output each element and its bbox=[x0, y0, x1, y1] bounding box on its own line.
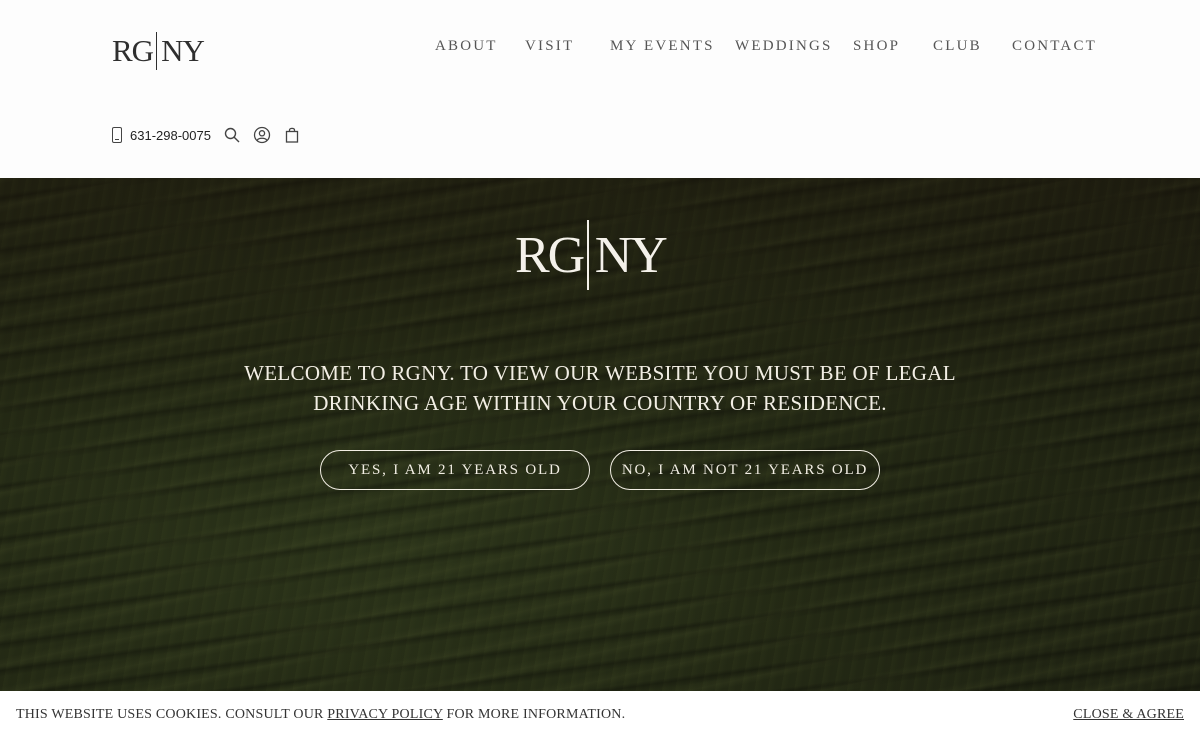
nav-my-events[interactable]: MY EVENTS bbox=[610, 38, 715, 55]
age-gate-logo-right: NY bbox=[594, 226, 668, 284]
logo-left: RG bbox=[112, 33, 154, 68]
utility-bar: 631-298-0075 bbox=[112, 124, 312, 146]
privacy-policy-link[interactable]: PRIVACY POLICY bbox=[327, 707, 442, 722]
age-gate-logo-divider bbox=[587, 220, 589, 290]
cookie-message: THIS WEBSITE USES COOKIES. CONSULT OUR P… bbox=[16, 707, 625, 723]
account-icon[interactable] bbox=[252, 125, 272, 145]
search-icon[interactable] bbox=[222, 125, 242, 145]
site-logo[interactable]: RG NY bbox=[112, 32, 205, 70]
age-gate-logo-left: RG bbox=[515, 226, 585, 284]
nav-contact[interactable]: CONTACT bbox=[1012, 38, 1097, 55]
cart-icon[interactable] bbox=[282, 125, 302, 145]
age-gate-hero: RG NY WELCOME TO RGNY. TO VIEW OUR WEBSI… bbox=[0, 178, 1200, 691]
site-header: RG NY ABOUT VISIT MY EVENTS WEDDINGS SHO… bbox=[0, 0, 1200, 178]
phone-number[interactable]: 631-298-0075 bbox=[130, 128, 211, 143]
age-gate-message: WELCOME TO RGNY. TO VIEW OUR WEBSITE YOU… bbox=[240, 358, 960, 418]
nav-shop[interactable]: SHOP bbox=[853, 38, 900, 55]
age-confirm-no-button[interactable]: NO, I AM NOT 21 YEARS OLD bbox=[610, 450, 880, 490]
age-confirm-yes-button[interactable]: YES, I AM 21 YEARS OLD bbox=[320, 450, 590, 490]
cookie-text-before: THIS WEBSITE USES COOKIES. CONSULT OUR bbox=[16, 707, 328, 722]
logo-right: NY bbox=[161, 33, 205, 68]
nav-visit[interactable]: VISIT bbox=[525, 38, 574, 55]
nav-about[interactable]: ABOUT bbox=[435, 38, 498, 55]
age-gate-message-line1: WELCOME TO RGNY. TO VIEW OUR WEBSITE YOU… bbox=[244, 361, 956, 385]
logo-divider bbox=[156, 32, 158, 70]
phone-icon bbox=[112, 127, 122, 143]
cookie-text-after: FOR MORE INFORMATION. bbox=[442, 707, 626, 722]
nav-club[interactable]: CLUB bbox=[933, 38, 982, 55]
nav-weddings[interactable]: WEDDINGS bbox=[735, 38, 833, 55]
cookie-close-agree-button[interactable]: CLOSE & AGREE bbox=[1073, 707, 1184, 723]
age-gate-message-line2: DRINKING AGE WITHIN YOUR COUNTRY OF RESI… bbox=[313, 391, 887, 415]
cookie-banner: THIS WEBSITE USES COOKIES. CONSULT OUR P… bbox=[0, 691, 1200, 740]
age-gate-logo: RG NY bbox=[515, 220, 668, 290]
